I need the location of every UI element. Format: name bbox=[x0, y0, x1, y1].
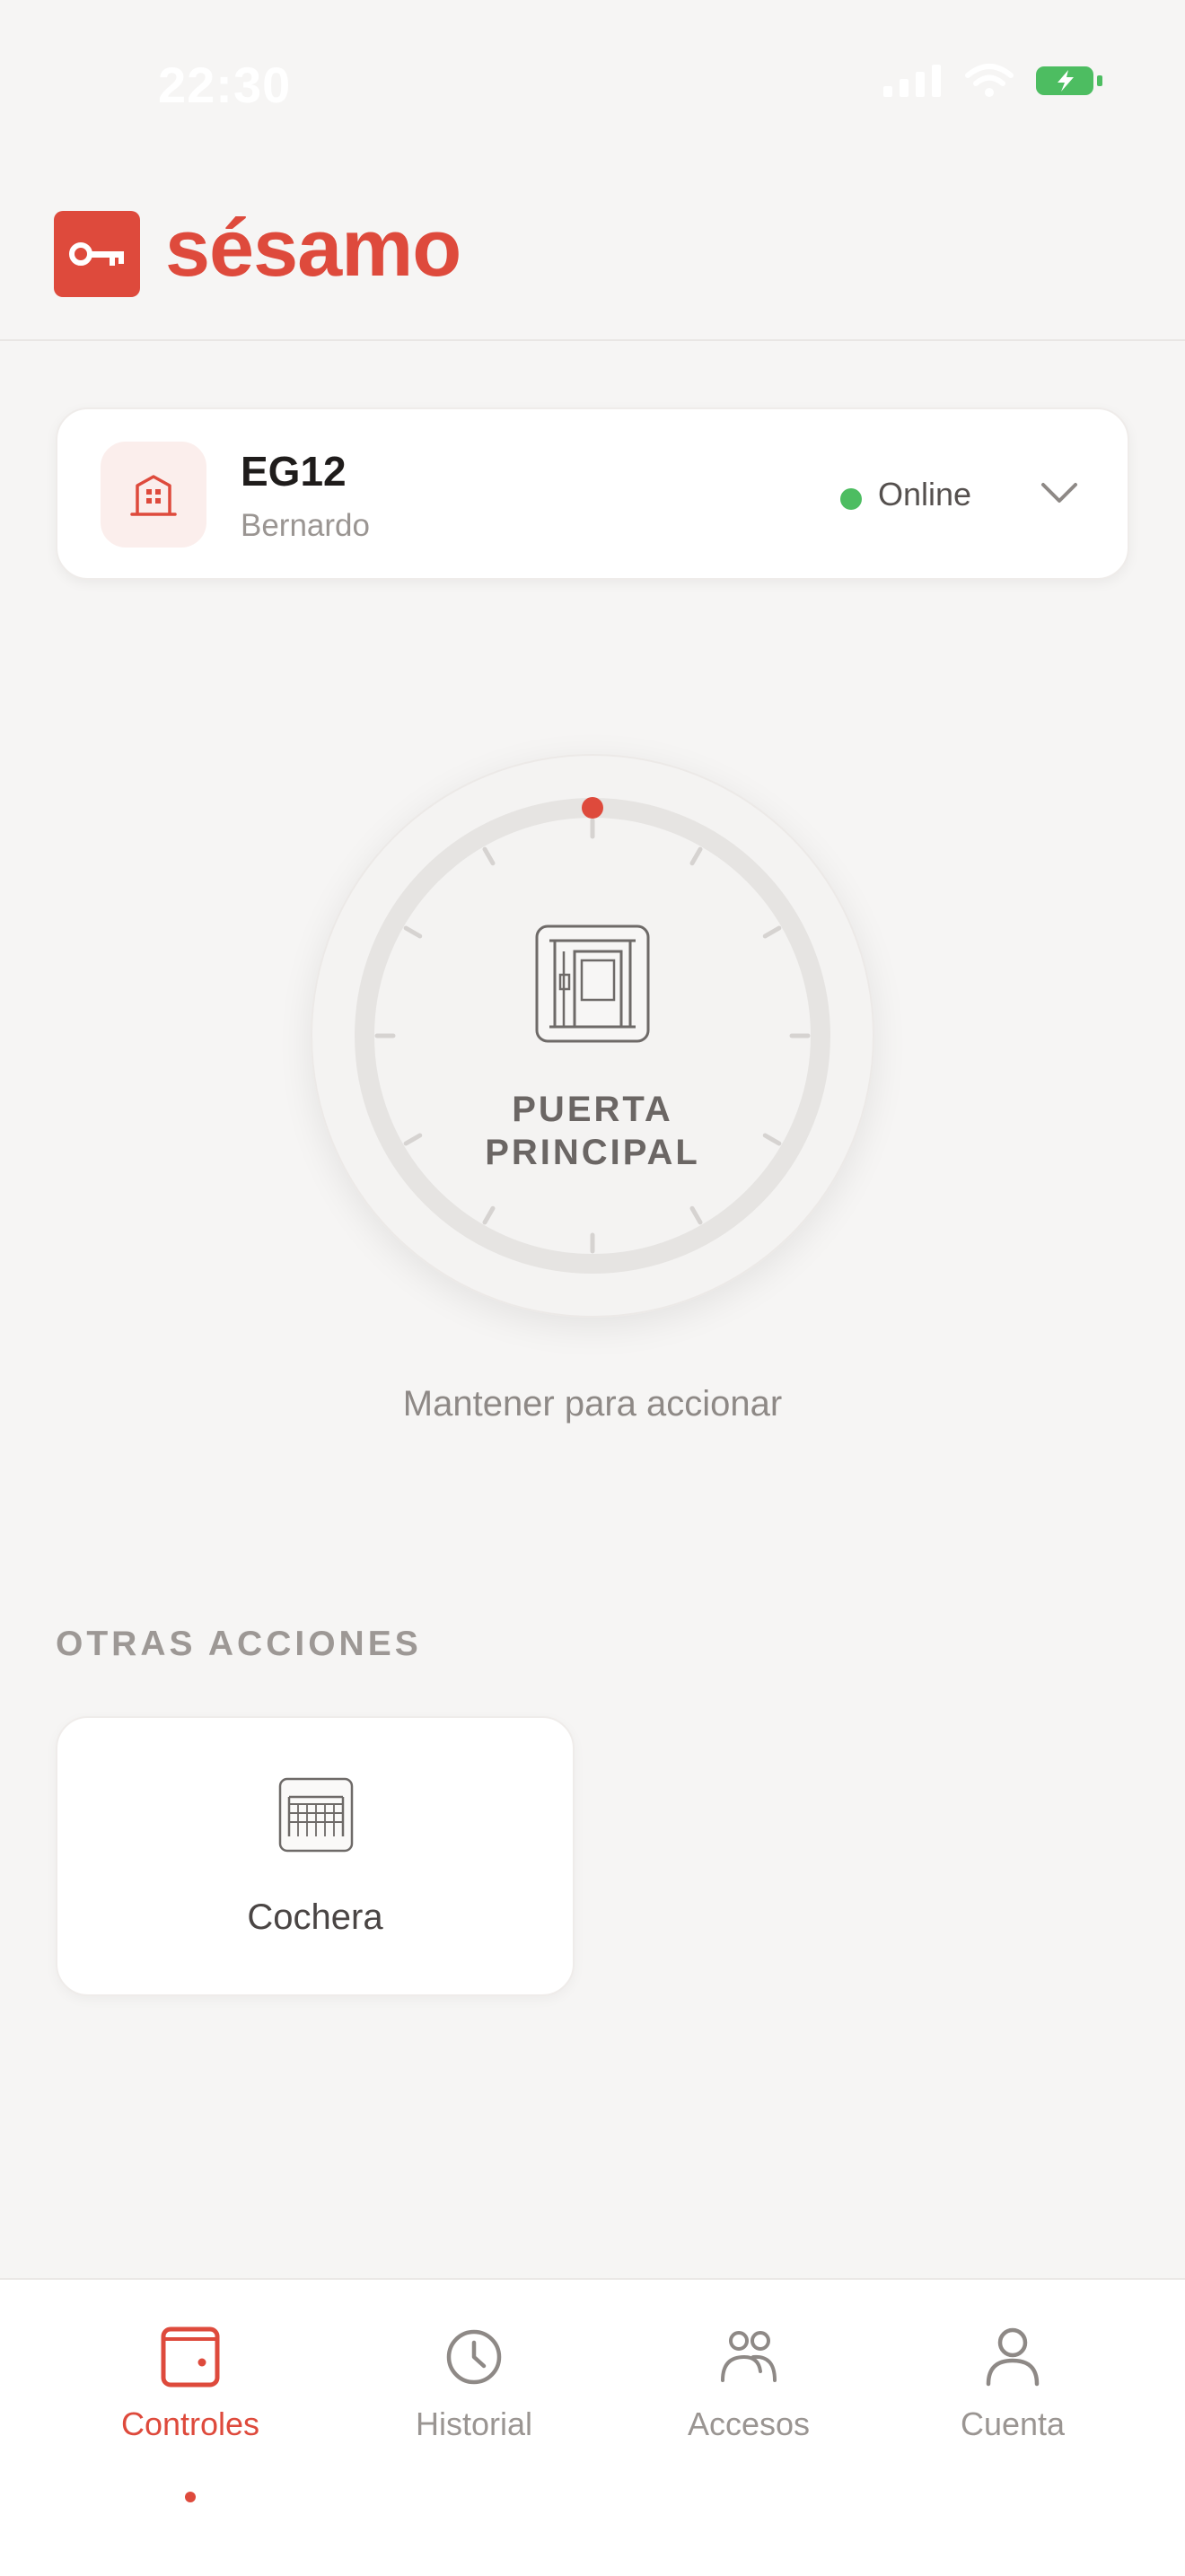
location-owner: Bernardo bbox=[241, 508, 370, 543]
cellular-signal-icon bbox=[883, 65, 941, 97]
dial-title-line2: PRINCIPAL bbox=[485, 1133, 700, 1172]
tab-cuenta[interactable]: Cuenta bbox=[896, 2325, 1129, 2486]
action-label: Cochera bbox=[247, 1897, 383, 1937]
dial-tick bbox=[762, 925, 782, 939]
dial-title-line1: PUERTA bbox=[512, 1090, 673, 1129]
chevron-down-icon[interactable] bbox=[1040, 479, 1079, 506]
battery-charging-icon bbox=[1036, 66, 1102, 95]
clock-icon bbox=[446, 2329, 502, 2385]
status-time: 22:30 bbox=[158, 57, 292, 113]
dial-tick bbox=[689, 1205, 703, 1225]
users-icon bbox=[721, 2331, 777, 2382]
key-logo-icon bbox=[54, 211, 140, 297]
tab-label: Accesos bbox=[687, 2405, 811, 2442]
dial-tick bbox=[689, 846, 703, 866]
dial-tick bbox=[482, 1205, 496, 1225]
dial-start-marker bbox=[582, 797, 603, 819]
online-status-dot bbox=[840, 488, 862, 510]
status-bar: 22:30 bbox=[0, 0, 1185, 171]
tab-label: Cuenta bbox=[960, 2405, 1066, 2442]
active-tab-indicator bbox=[185, 2492, 196, 2502]
door-icon bbox=[535, 924, 650, 1043]
building-icon bbox=[101, 442, 206, 548]
user-icon bbox=[986, 2327, 1040, 2387]
tab-controles[interactable]: Controles bbox=[74, 2325, 307, 2502]
dial-tick bbox=[403, 925, 423, 939]
location-name: EG12 bbox=[241, 448, 347, 495]
location-selector[interactable]: EG12 Bernardo Online bbox=[56, 407, 1129, 580]
dial-tick bbox=[482, 846, 496, 866]
controls-icon bbox=[161, 2326, 220, 2388]
action-card-cochera[interactable]: Cochera bbox=[56, 1716, 575, 1996]
garage-gate-icon bbox=[278, 1777, 354, 1853]
tab-historial[interactable]: Historial bbox=[357, 2325, 591, 2486]
app-header: sésamo bbox=[0, 171, 1185, 341]
tab-label: Historial bbox=[415, 2405, 533, 2442]
tab-accesos[interactable]: Accesos bbox=[632, 2325, 865, 2486]
status-label: Online bbox=[878, 476, 972, 513]
wifi-icon bbox=[965, 64, 1014, 97]
other-actions-title: OTRAS ACCIONES bbox=[56, 1625, 422, 1663]
bottom-tab-bar: Controles Historial Accesos Cuenta bbox=[0, 2278, 1185, 2576]
brand-name: sésamo bbox=[165, 204, 461, 294]
status-icons bbox=[882, 63, 1106, 99]
hold-hint: Mantener para accionar bbox=[402, 1384, 783, 1424]
tab-label: Controles bbox=[120, 2405, 260, 2442]
dial-title: PUERTA PRINCIPAL bbox=[311, 1088, 874, 1174]
